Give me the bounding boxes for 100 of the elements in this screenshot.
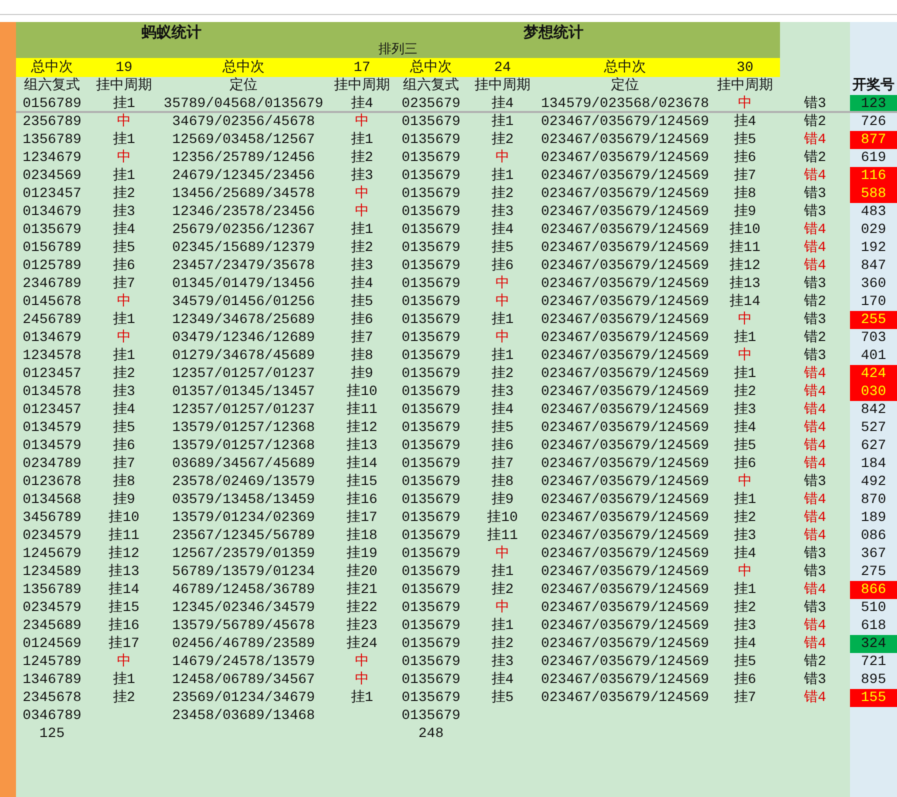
column-header: 定位 (610, 77, 640, 95)
cycle-cell-text: 挂2 (490, 185, 515, 203)
cycle-cell-text: 挂7 (350, 329, 374, 347)
combo-cell-text: 0135679 (400, 167, 462, 185)
combo-cell-text: 0135679 (400, 653, 462, 671)
position-cell: 023467/035679/124569 (540, 365, 710, 383)
miss-cell-text: 错3 (802, 203, 828, 221)
position-cell: 023467/035679/124569 (540, 239, 710, 257)
miss-cell-text: 错4 (802, 509, 828, 527)
cycle-cell-text: 挂1 (350, 131, 374, 149)
miss-cell-text: 错4 (802, 419, 828, 437)
position-cell-text: 01345/01479/13456 (171, 275, 316, 293)
combo-cell-text: 0135679 (400, 113, 462, 131)
draw-cell-text: 726 (860, 113, 888, 131)
cycle-cell-text: 挂20 (346, 563, 378, 581)
cycle-cell-text: 挂6 (490, 437, 515, 455)
draw-cell-text: 367 (860, 545, 888, 563)
cycle-cell-text: 挂6 (490, 257, 515, 275)
combo-cell-text: 0123457 (22, 185, 82, 203)
cycle-cell-text: 挂3 (732, 617, 758, 635)
combo-cell-text: 0234579 (22, 527, 82, 545)
combo-cell-text: 0135679 (400, 689, 462, 707)
draw-cell: 324 (850, 635, 897, 653)
summary-label: 总中次 (540, 58, 710, 77)
cycle-cell-text: 挂1 (490, 347, 515, 365)
cycle-cell-text: 挂22 (346, 599, 378, 617)
miss-cell-text: 错4 (802, 383, 828, 401)
cycle-cell-text: 中 (737, 95, 753, 113)
draw-cell-text: 492 (860, 473, 888, 491)
cycle-cell-text: 挂1 (112, 167, 136, 185)
column-header: 定位 (228, 77, 258, 95)
combo-cell-text: 0123678 (22, 473, 82, 491)
draw-cell-text: 847 (860, 257, 888, 275)
sheet-title: 排列三 (378, 42, 418, 58)
position-cell: 023467/035679/124569 (540, 563, 710, 581)
position-cell: 023467/035679/124569 (540, 167, 710, 185)
draw-cell: 116 (850, 167, 897, 185)
cycle-cell-text: 中 (116, 653, 132, 671)
miss-cell-text: 错4 (802, 167, 828, 185)
combo-cell-text: 0135679 (400, 347, 462, 365)
cycle-cell-text: 中 (494, 329, 510, 347)
cycle-cell-text: 中 (737, 473, 753, 491)
combo-cell-text: 0125789 (22, 257, 82, 275)
position-cell-text: 46789/12458/36789 (171, 581, 316, 599)
miss-cell-text: 错4 (802, 401, 828, 419)
draw-cell: 155 (850, 689, 897, 707)
cycle-cell-text: 挂1 (350, 689, 374, 707)
position-cell: 023467/035679/124569 (540, 689, 710, 707)
cycle-cell-text: 中 (116, 149, 132, 167)
draw-cell-text: 275 (860, 563, 888, 581)
cycle-cell-text: 挂2 (112, 689, 136, 707)
combo-cell-text: 0123457 (22, 365, 82, 383)
cycle-cell-text: 挂1 (490, 113, 515, 131)
position-cell-text: 12346/23578/23456 (171, 203, 316, 221)
cycle-cell-text: 挂1 (112, 347, 136, 365)
cycle-cell-text: 挂4 (732, 545, 758, 563)
cycle-cell-text: 挂2 (490, 365, 515, 383)
cycle-cell-text: 挂2 (350, 149, 374, 167)
position-cell: 023467/035679/124569 (540, 131, 710, 149)
draw-cell-text: 721 (860, 653, 888, 671)
draw-cell-text: 703 (860, 329, 888, 347)
combo-cell-text: 0135679 (400, 545, 462, 563)
position-cell-text: 13579/01257/12368 (171, 437, 316, 455)
position-cell: 023467/035679/124569 (540, 257, 710, 275)
cycle-cell-text: 挂4 (112, 401, 136, 419)
combo-cell-text: 1245789 (22, 653, 82, 671)
position-cell-text: 23567/12345/56789 (171, 527, 316, 545)
combo-cell-text: 1234589 (22, 563, 82, 581)
combo-cell-text: 0135679 (400, 581, 462, 599)
combo-cell-text: 0135679 (400, 473, 462, 491)
combo-cell-text: 0134578 (22, 383, 82, 401)
cycle-cell-text: 挂5 (112, 419, 136, 437)
draw-cell-text: 170 (860, 293, 888, 311)
miss-cell-text: 错4 (802, 455, 828, 473)
combo-cell-text: 3456789 (22, 509, 82, 527)
cycle-cell-text: 挂15 (108, 599, 140, 617)
miss-cell-text: 错2 (802, 329, 828, 347)
combo-cell-text: 0135679 (22, 221, 82, 239)
cycle-cell-text: 挂1 (490, 167, 515, 185)
cycle-cell-text: 挂7 (490, 455, 515, 473)
miss-cell-text: 错3 (802, 185, 828, 203)
combo-cell-text: 0134568 (22, 491, 82, 509)
miss-cell-text: 错4 (802, 239, 828, 257)
cycle-cell-text: 挂5 (112, 239, 136, 257)
miss-cell-text: 错2 (802, 113, 828, 131)
summary-value: 19 (88, 58, 160, 77)
miss-cell-text: 错4 (802, 491, 828, 509)
cycle-cell-text: 挂4 (490, 401, 515, 419)
cycle-cell-text: 中 (354, 653, 370, 671)
position-cell: 023467/035679/124569 (540, 527, 710, 545)
miss-cell-text: 错4 (802, 581, 828, 599)
cycle-cell-text: 挂1 (350, 221, 374, 239)
draw-cell: 588 (850, 185, 897, 203)
cycle-cell-text: 中 (494, 149, 510, 167)
total-cell-text: 125 (38, 725, 66, 743)
cycle-cell-text: 挂5 (732, 131, 758, 149)
miss-cell-text: 错3 (802, 275, 828, 293)
cycle-cell-text: 中 (494, 293, 510, 311)
combo-cell-text: 2456789 (22, 311, 82, 329)
position-cell-text: 13456/25689/34578 (171, 185, 316, 203)
